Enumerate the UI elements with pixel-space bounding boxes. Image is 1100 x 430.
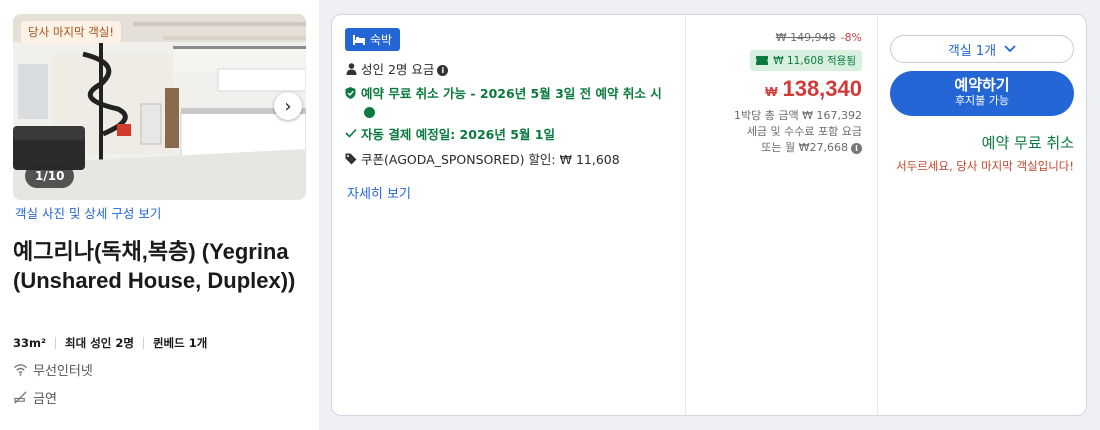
view-room-photos-link[interactable]: 객실 사진 및 상세 구성 보기 [15,203,161,222]
info-icon[interactable]: i [363,107,375,118]
amenity-label: 무선인터넷 [33,364,93,379]
coupon-applied-text: ₩ 11,608 적용됨 [773,55,856,67]
monthly-price: 또는 월 ₩27,668 i [761,139,862,155]
final-price: ₩138,340 [765,76,862,102]
room-size: 33m² [13,336,47,350]
bed-type: 퀸베드 1개 [152,336,208,350]
guests-text: 성인 2명 요금 [361,62,435,77]
chevron-down-icon [1004,45,1016,53]
room-info-panel: 당사 마지막 객실! › 1/10 객실 사진 및 상세 구성 보기 예그리나(… [0,0,319,430]
monthly-price-text: 또는 월 ₩27,668 [761,141,848,154]
amenity-no-smoking: 금연 [13,388,57,407]
free-cancel-text: 예약 무료 취소 가능 - 2026년 5월 3일 전 예약 취소 시 [360,86,662,101]
book-now-button[interactable]: 예약하기 후지불 가능 [890,71,1074,116]
tag-icon [345,153,357,165]
tax-note: 세금 및 수수료 포함 요금 [746,125,862,138]
bed-icon [353,34,365,45]
spec-divider [142,337,144,349]
per-night-total: 1박당 총 금액 ₩ 167,392 [734,109,862,122]
chevron-right-icon: › [284,95,292,117]
shield-check-icon [345,87,357,99]
wifi-icon [13,364,28,376]
offer-card: 숙박 성인 2명 요금 i 예약 무료 취소 가능 - 2026년 5월 3일 전… [331,14,1087,416]
condition-coupon: 쿠폰(AGODA_SPONSORED) 할인: ₩ 11,608 [345,151,620,169]
info-icon[interactable]: i [851,142,862,154]
final-price-value: 138,340 [782,76,862,101]
room-photo[interactable]: 당사 마지막 객실! › 1/10 [13,14,306,200]
condition-free-cancel: 예약 무료 취소 가능 - 2026년 5월 3일 전 예약 취소 시 i [345,85,675,121]
room-quantity-select[interactable]: 객실 1개 [890,35,1074,63]
column-divider [685,15,686,415]
room-specs: 33m² 최대 성인 2명 퀸베드 1개 [13,335,207,351]
coupon-applied-badge: ₩ 11,608 적용됨 [750,50,862,71]
last-room-badge: 당사 마지막 객실! [21,21,121,43]
photo-counter: 1/10 [25,164,75,188]
amenity-wifi: 무선인터넷 [13,360,93,379]
info-icon[interactable]: i [437,65,449,76]
person-icon [345,63,357,75]
coupon-text: 쿠폰(AGODA_SPONSORED) 할인: ₩ 11,608 [361,152,620,167]
free-cancel-label: 예약 무료 취소 [981,134,1074,152]
stay-type-label: 숙박 [370,33,393,47]
discount-percent: -8% [840,31,862,44]
room-quantity-value: 객실 1개 [947,43,997,59]
condition-autopay: 자동 결제 예정일: 2026년 5월 1일 [345,126,555,144]
book-now-label: 예약하기 [954,76,1010,94]
column-divider [877,15,878,415]
book-now-sublabel: 후지불 가능 [954,94,1010,107]
spec-divider [55,337,57,349]
no-smoking-icon [14,391,27,404]
next-photo-button[interactable]: › [274,92,302,120]
ticket-icon [756,56,769,65]
stay-type-badge: 숙박 [345,28,401,51]
max-occupancy: 최대 성인 2명 [65,336,134,350]
check-icon [345,128,357,138]
original-price: ₩ 149,948 [775,31,836,44]
condition-guests: 성인 2명 요금 i [345,61,449,79]
view-details-link[interactable]: 자세히 보기 [347,183,411,202]
currency-symbol: ₩ [765,84,778,99]
room-name: 예그리나(독채,복층) (Yegrina (Unshared House, Du… [13,239,296,293]
amenity-label: 금연 [33,392,57,407]
original-price-row: ₩ 149,948 -8% [776,31,862,44]
last-room-warning: 서두르세요, 당사 마지막 객실입니다! [896,159,1074,173]
autopay-text: 자동 결제 예정일: 2026년 5월 1일 [361,127,555,142]
